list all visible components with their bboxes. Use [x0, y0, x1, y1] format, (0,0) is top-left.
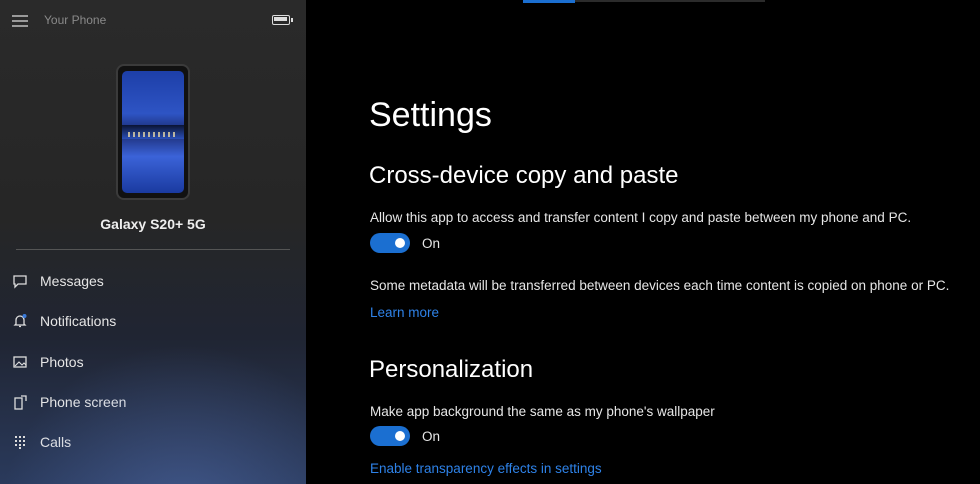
sidebar-item-notifications[interactable]: Notifications — [0, 302, 306, 342]
bell-icon — [12, 313, 28, 329]
sidebar-item-messages[interactable]: Messages — [0, 262, 306, 302]
title-bar: Your Phone — [0, 0, 306, 40]
sidebar-item-phone-screen[interactable]: Phone screen — [0, 383, 306, 423]
sidebar: Your Phone Galaxy S20+ 5G Messages Notif… — [0, 0, 306, 484]
battery-icon — [272, 15, 293, 25]
sidebar-item-label: Messages — [40, 273, 104, 289]
sidebar-item-label: Photos — [40, 353, 84, 370]
phone-wallpaper — [122, 71, 184, 193]
sidebar-nav: Messages Notifications Photos Phone scre… — [0, 262, 306, 463]
sidebar-item-calls[interactable]: Calls — [0, 423, 306, 463]
personalization-description: Make app background the same as my phone… — [370, 404, 715, 419]
wallpaper-toggle-label: On — [422, 429, 441, 444]
copy-paste-toggle-label: On — [422, 236, 441, 251]
page-title: Settings — [369, 96, 492, 134]
section-heading-copy-paste: Cross-device copy and paste — [369, 162, 679, 189]
copy-paste-description: Allow this app to access and transfer co… — [370, 210, 912, 225]
sidebar-item-label: Phone screen — [40, 393, 127, 410]
phone-image — [116, 64, 190, 200]
sidebar-item-photos[interactable]: Photos — [0, 343, 306, 383]
sidebar-divider — [16, 249, 290, 250]
learn-more-link[interactable]: Learn more — [370, 305, 439, 320]
phone-screen-icon — [12, 394, 28, 410]
metadata-note: Some metadata will be transferred betwee… — [370, 278, 950, 293]
photo-icon — [12, 354, 28, 370]
transparency-settings-link[interactable]: Enable transparency effects in settings — [370, 461, 602, 476]
settings-panel: Settings Cross-device copy and paste All… — [306, 0, 980, 484]
tab-track — [575, 0, 765, 2]
app-title: Your Phone — [44, 13, 107, 27]
sidebar-item-label: Calls — [40, 434, 72, 451]
device-name: Galaxy S20+ 5G — [100, 216, 206, 232]
tab-indicator — [523, 0, 575, 3]
section-heading-personalization: Personalization — [369, 356, 534, 383]
hamburger-menu-icon[interactable] — [12, 15, 28, 27]
sidebar-item-label: Notifications — [40, 313, 117, 330]
copy-paste-toggle[interactable] — [370, 233, 410, 253]
dialpad-icon — [12, 434, 28, 450]
message-icon — [12, 273, 28, 289]
wallpaper-toggle[interactable] — [370, 426, 410, 446]
